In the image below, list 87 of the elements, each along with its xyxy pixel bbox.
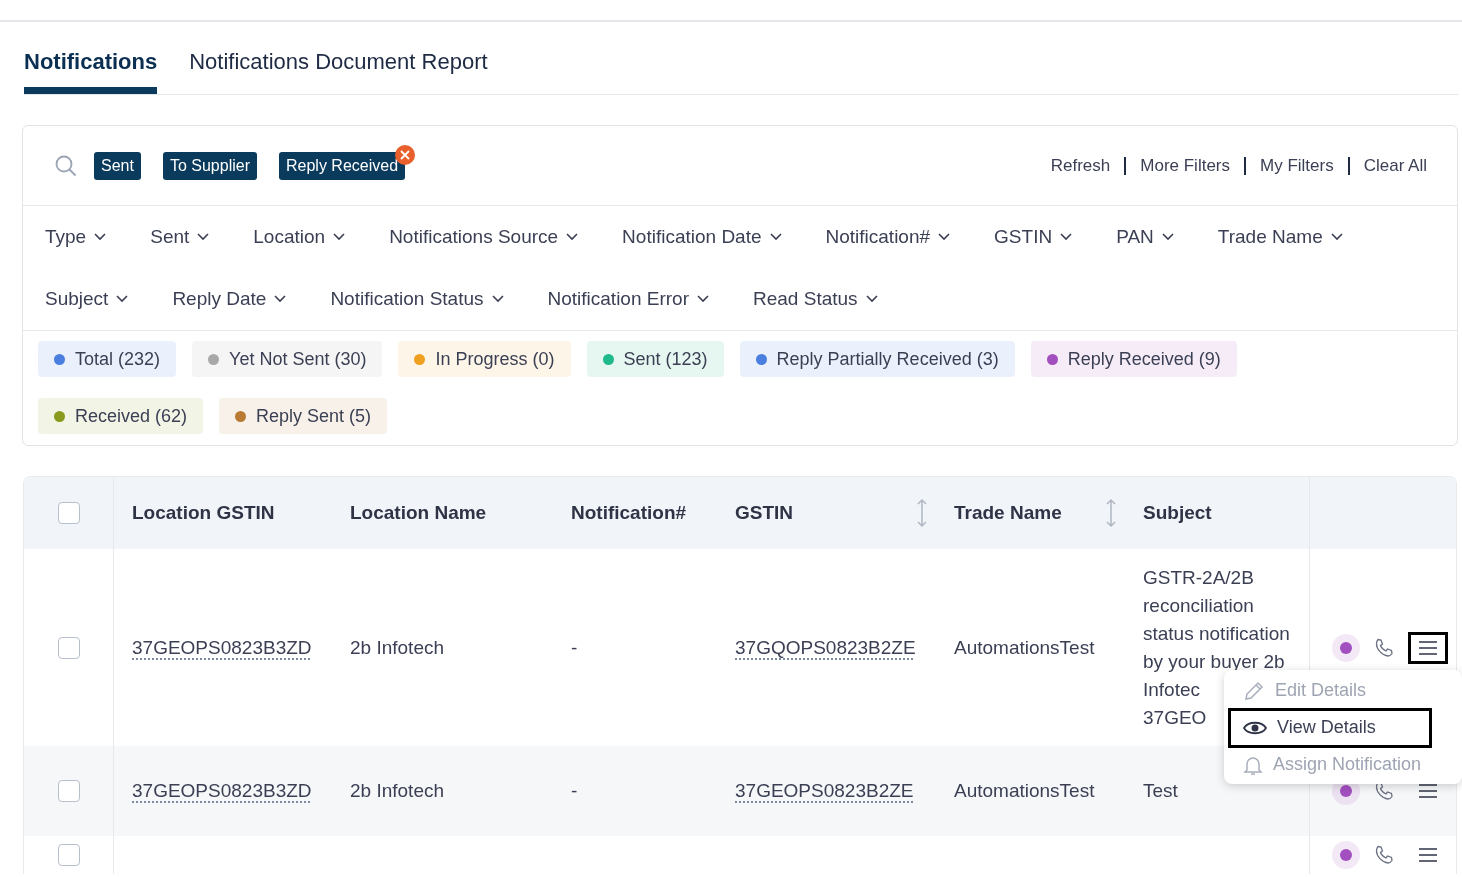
column-header: Subject [1143, 502, 1212, 524]
row-checkbox[interactable] [57, 636, 80, 659]
chevron-down-icon [865, 295, 878, 303]
phone-icon[interactable] [1374, 637, 1394, 658]
filter-dropdown[interactable]: Notification Date [622, 226, 782, 248]
select-all-checkbox[interactable] [57, 502, 80, 524]
subject-line: by your buyer 2b [1143, 649, 1285, 674]
menu-icon [1419, 640, 1437, 655]
filter-dropdown[interactable]: PAN [1116, 226, 1174, 248]
status-filter-pill[interactable]: Yet Not Sent (30) [192, 341, 383, 377]
search-icon [55, 154, 77, 177]
filter-dropdown[interactable]: Notification Status [330, 288, 504, 310]
status-dot [1340, 849, 1352, 861]
status-filter-pill[interactable]: Reply Partially Received (3) [739, 341, 1015, 377]
table-cell: AutomationsTest [954, 780, 1095, 802]
filter-chip[interactable]: Sent [94, 151, 141, 180]
status-filter-pill[interactable]: Received (62) [38, 398, 204, 434]
chevron-down-icon [566, 233, 579, 241]
filter-dropdown[interactable]: Trade Name [1217, 226, 1343, 248]
menu-icon [1419, 784, 1437, 798]
chevron-down-icon [333, 233, 346, 241]
filter-dropdown[interactable]: Type [45, 226, 107, 248]
filter-dropdown[interactable]: Notifications Source [389, 226, 579, 248]
chevron-down-icon [274, 295, 287, 303]
subject-line: Infotec [1143, 677, 1201, 702]
gstin-link[interactable]: 37GEOPS0823B3ZD [132, 780, 312, 802]
filter-dropdown[interactable]: GSTIN [994, 226, 1073, 248]
close-icon[interactable] [395, 144, 416, 165]
toolbar-link[interactable]: My Filters [1260, 155, 1334, 176]
table-cell: - [571, 780, 578, 802]
filter-dropdown[interactable]: Read Status [753, 288, 878, 310]
menu-icon [1419, 848, 1437, 862]
table-cell: 2b Infotech [350, 780, 445, 802]
column-header: GSTIN [735, 502, 794, 524]
chevron-down-icon [769, 233, 782, 241]
chevron-down-icon [938, 233, 951, 241]
row-checkbox[interactable] [57, 844, 80, 866]
filter-dropdown[interactable]: Reply Date [172, 288, 287, 310]
pencil-icon [1243, 679, 1265, 702]
tab[interactable]: Notifications Document Report [189, 46, 488, 94]
table-cell: 2b Infotech [350, 636, 445, 659]
menu-button[interactable] [1408, 631, 1448, 664]
filter-chip[interactable]: Reply Received [278, 151, 406, 180]
phone-icon[interactable] [1374, 781, 1394, 801]
status-dot [1340, 641, 1352, 654]
table-cell: AutomationsTest [954, 636, 1095, 659]
status-filter-pill[interactable]: Reply Sent (5) [219, 398, 388, 434]
chevron-down-icon [116, 295, 129, 303]
column-header: Trade Name [954, 502, 1062, 524]
chevron-down-icon [197, 233, 210, 241]
table-cell: - [571, 636, 578, 659]
gstin-link[interactable]: 37GEOPS0823B3ZD [132, 636, 312, 659]
toolbar-link[interactable]: Refresh [1050, 155, 1111, 176]
tab[interactable]: Notifications [24, 46, 158, 94]
subject-line: GSTR-2A/2B [1143, 565, 1254, 590]
phone-icon[interactable] [1374, 845, 1394, 865]
chevron-down-icon [1330, 233, 1343, 241]
menu-item[interactable]: View Details [1228, 707, 1432, 748]
row-checkbox[interactable] [57, 780, 80, 802]
subject-line: status notification [1143, 621, 1290, 646]
column-header: Location GSTIN [132, 502, 275, 524]
filter-dropdown[interactable]: Location [253, 226, 346, 248]
status-filter-pill[interactable]: Total (232) [38, 341, 177, 377]
subject-line: Test [1143, 779, 1178, 803]
filter-dropdown[interactable]: Notification Error [547, 288, 709, 310]
chevron-down-icon [1161, 233, 1174, 241]
eye-icon [1243, 719, 1267, 736]
filter-dropdown[interactable]: Notification# [825, 226, 951, 248]
status-filter-pill[interactable]: Sent (123) [586, 341, 724, 377]
filter-chip[interactable]: To Supplier [162, 151, 257, 180]
chevron-down-icon [697, 295, 709, 303]
column-header: Location Name [350, 502, 487, 524]
filter-dropdown[interactable]: Sent [150, 226, 210, 248]
column-header: Notification# [571, 502, 687, 524]
toolbar-link[interactable]: More Filters [1140, 155, 1230, 176]
status-dot [1340, 785, 1352, 797]
subject-line: reconciliation [1143, 593, 1254, 618]
gstin-link[interactable]: 37GQOPS0823B2ZE [735, 636, 916, 659]
gstin-link[interactable]: 37GEOPS0823B2ZE [735, 780, 914, 802]
chevron-down-icon [94, 233, 107, 241]
status-filter-pill[interactable]: In Progress (0) [398, 341, 571, 377]
status-filter-pill[interactable]: Reply Received (9) [1030, 341, 1237, 377]
toolbar-link[interactable]: Clear All [1363, 155, 1427, 176]
filter-dropdown[interactable]: Subject [45, 288, 129, 310]
chevron-down-icon [1060, 233, 1073, 241]
subject-line: 37GEO [1143, 705, 1207, 730]
chevron-down-icon [491, 295, 504, 303]
